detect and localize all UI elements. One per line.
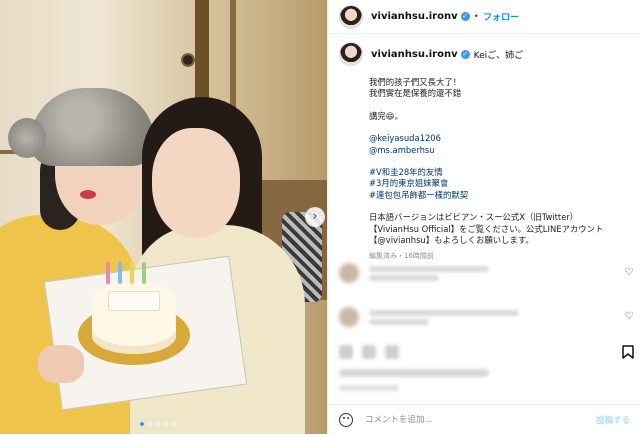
carousel-dot[interactable] [140, 422, 144, 426]
comment-bar: 投稿する [328, 404, 640, 435]
caption-line: 日本語バージョンはビビアン・スー公式X（旧Twitter） [369, 212, 579, 223]
likes-count [339, 369, 489, 377]
post-side-panel: vivianhsu.ironv ✓ • フォロー vivianhsu.ironv… [327, 0, 640, 434]
comment-input[interactable] [363, 414, 596, 426]
carousel-dots [140, 422, 176, 426]
comment-row: ♡ [339, 261, 634, 285]
chevron-right-icon[interactable]: › [305, 207, 325, 227]
post-caption: vivianhsu.ironv ✓ Keiご、姉ご 我們的孩子們又長大了！ 我們… [339, 42, 634, 261]
mention-link[interactable]: @ms.amberhsu [369, 145, 634, 156]
username-link[interactable]: vivianhsu.ironv [371, 11, 458, 22]
comment-icon[interactable] [362, 345, 376, 359]
follow-button[interactable]: フォロー [483, 10, 519, 23]
instagram-post: › vivianhsu.ironv ✓ • フォロー vivianhsu.iro… [0, 0, 640, 434]
avatar[interactable] [339, 4, 363, 29]
comment-row: ♡ [339, 305, 634, 329]
caption-first-line: Keiご、姉ご [473, 50, 524, 61]
avatar[interactable] [339, 307, 359, 327]
edited-timestamp: 編集済み・16時間前 [369, 252, 434, 261]
heart-icon[interactable]: ♡ [624, 312, 634, 322]
separator: • [473, 11, 479, 22]
hashtag-link[interactable]: #3月的東京姐妹聚會 [369, 178, 634, 189]
carousel-dot[interactable] [172, 422, 176, 426]
caption-username[interactable]: vivianhsu.ironv [371, 49, 458, 60]
carousel-dot[interactable] [148, 422, 152, 426]
verified-badge-icon: ✓ [460, 49, 470, 59]
caption-line: 【@vivianhsu】もよろしくお願いします。 [369, 235, 534, 246]
mention-link[interactable]: @keiyasuda1206 [369, 133, 634, 144]
like-icon[interactable] [339, 345, 353, 359]
hashtag-link[interactable]: #V和圭28年的友情 [369, 167, 634, 178]
bookmark-icon[interactable] [622, 345, 634, 359]
caption-line: 講完😄。 [369, 110, 403, 121]
avatar[interactable] [339, 42, 363, 66]
hashtag-link[interactable]: #連包包吊飾都一樣的默契 [369, 190, 634, 201]
post-header: vivianhsu.ironv ✓ • フォロー [328, 0, 640, 34]
post-comment-button[interactable]: 投稿する [596, 414, 630, 426]
caption-line: 我們實在是保養的還不錯 [369, 88, 462, 99]
action-bar [339, 342, 634, 362]
post-date [339, 385, 399, 391]
caption-line: 我們的孩子們又長大了！ [369, 77, 462, 87]
carousel-dot[interactable] [164, 422, 168, 426]
share-icon[interactable] [385, 345, 399, 359]
emoji-icon[interactable] [339, 413, 353, 427]
caption-line: 【VivianHsu Official】をご覧ください。公式LINEアカウント [369, 223, 604, 234]
avatar[interactable] [339, 263, 359, 283]
heart-icon[interactable]: ♡ [624, 268, 634, 278]
post-photo[interactable]: › [0, 0, 327, 434]
verified-badge-icon: ✓ [460, 12, 470, 21]
caption-body: 我們的孩子們又長大了！ 我們實在是保養的還不錯 講完😄。 @keiyasuda1… [369, 66, 634, 246]
carousel-dot[interactable] [156, 422, 160, 426]
